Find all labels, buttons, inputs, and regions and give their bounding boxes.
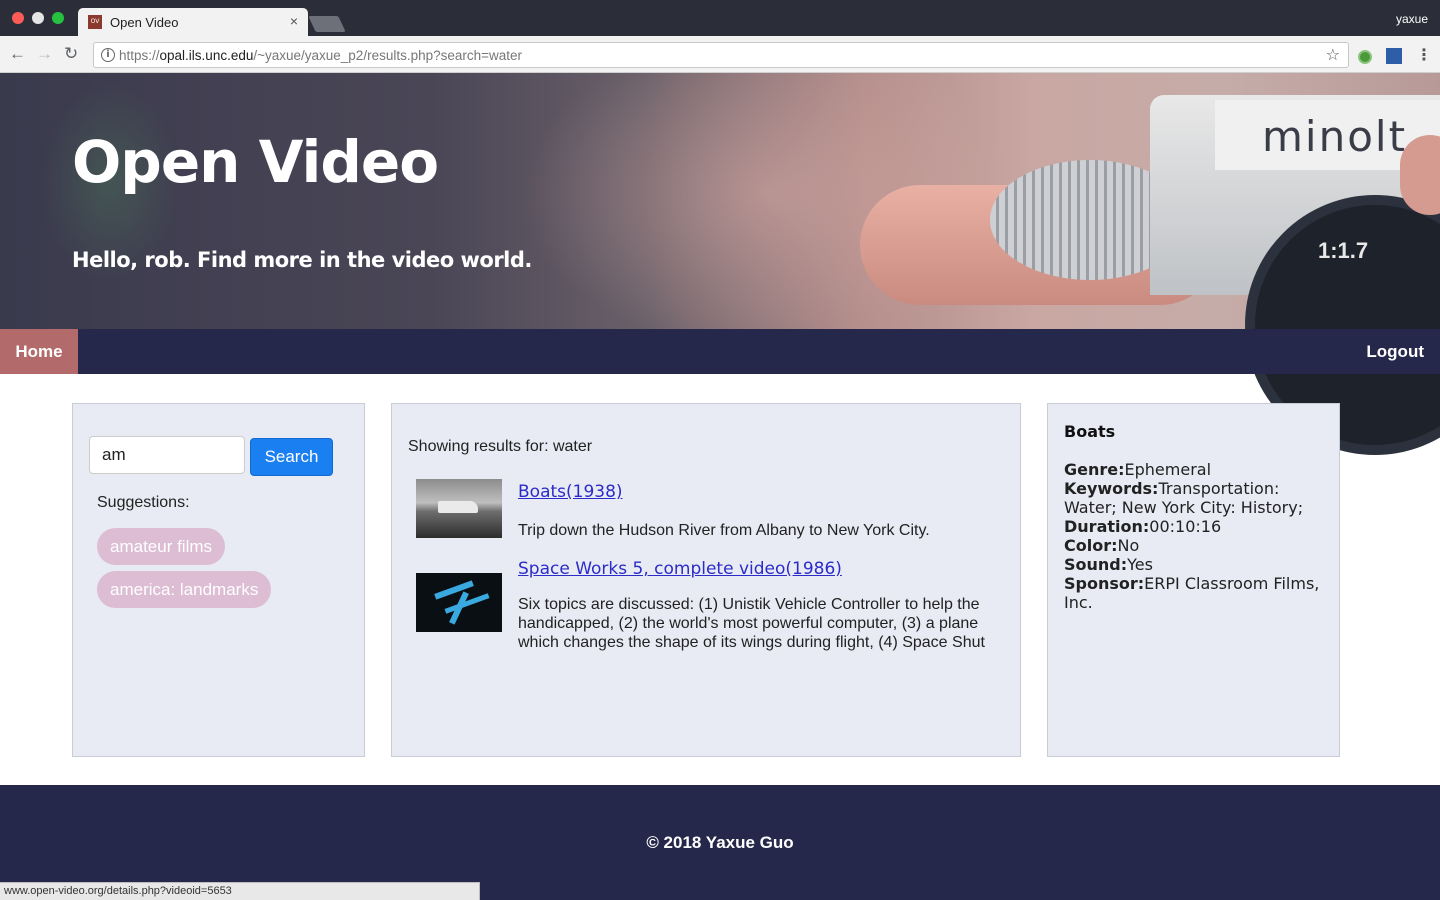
browser-tab-bar: OV Open Video × yaxue	[0, 0, 1440, 36]
results-panel: Showing results for: water Boats(1938) T…	[391, 403, 1021, 757]
suggestion-chip[interactable]: amateur films	[97, 528, 226, 565]
video-thumbnail[interactable]	[416, 573, 502, 632]
nav-home-link[interactable]: Home	[0, 329, 78, 374]
extension-icon[interactable]	[1358, 50, 1372, 64]
address-bar[interactable]: i https://opal.ils.unc.edu/~yaxue/yaxue_…	[93, 42, 1349, 68]
url-path: /~yaxue/yaxue_p2/results.php?search=wate…	[253, 48, 523, 63]
reload-icon[interactable]: ↻	[64, 44, 78, 64]
extension-icon[interactable]	[1386, 48, 1402, 64]
detail-value: Yes	[1127, 555, 1153, 574]
detail-label: Color:	[1064, 536, 1118, 555]
video-thumbnail[interactable]	[416, 479, 502, 538]
info-icon[interactable]: i	[101, 48, 115, 62]
boat-shape	[438, 501, 478, 513]
result-title-link[interactable]: Boats(1938)	[518, 482, 623, 502]
detail-label: Sponsor:	[1064, 574, 1145, 593]
welcome-message: Hello, rob. Find more in the video world…	[72, 248, 532, 272]
detail-value: 00:10:16	[1149, 517, 1222, 536]
results-heading: Showing results for: water	[408, 438, 593, 455]
lens-text: 1:1.7	[1318, 238, 1369, 263]
detail-label: Keywords:	[1064, 479, 1159, 498]
arrow-left-icon[interactable]: ←	[9, 44, 26, 64]
details-panel: Boats Genre:Ephemeral Keywords:Transport…	[1047, 403, 1340, 757]
result-description: Trip down the Hudson River from Albany t…	[518, 522, 930, 539]
search-panel: am Search Suggestions: amateur films ame…	[72, 403, 365, 757]
hero-finger-image	[1400, 135, 1440, 215]
window-maximize-button[interactable]	[52, 12, 64, 24]
detail-label: Duration:	[1064, 517, 1150, 536]
suggestions-label: Suggestions:	[97, 494, 190, 511]
copyright-text: © 2018 Yaxue Guo	[646, 833, 794, 852]
detail-title: Boats	[1064, 422, 1116, 441]
search-button[interactable]: Search	[250, 438, 333, 476]
camera-brand-text: minolt	[1262, 112, 1408, 161]
detail-label: Genre:	[1064, 460, 1125, 479]
result-description: Six topics are discussed: (1) Unistik Ve…	[518, 596, 985, 651]
thumbnail-shape	[434, 580, 474, 600]
main-nav: Home Logout	[0, 329, 1440, 374]
browser-toolbar: ← → ↻ i https://opal.ils.unc.edu/~yaxue/…	[0, 36, 1440, 73]
star-icon[interactable]: ☆	[1326, 45, 1340, 65]
tab-title: Open Video	[110, 15, 179, 30]
detail-value: Ephemeral	[1124, 460, 1212, 479]
detail-fields: Genre:Ephemeral Keywords:Transportation:…	[1064, 460, 1326, 612]
status-bar-url: www.open-video.org/details.php?videoid=5…	[0, 882, 480, 900]
detail-value: No	[1117, 536, 1140, 555]
profile-name[interactable]: yaxue	[1396, 12, 1428, 26]
detail-label: Sound:	[1064, 555, 1128, 574]
site-title: Open Video	[72, 128, 439, 196]
nav-logout-link[interactable]: Logout	[1366, 329, 1424, 374]
result-title-link[interactable]: Space Works 5, complete video(1986)	[518, 559, 842, 579]
arrow-right-icon[interactable]: →	[36, 44, 53, 64]
search-input[interactable]: am	[89, 436, 245, 474]
favicon-icon: OV	[88, 15, 102, 29]
new-tab-button[interactable]	[308, 16, 346, 32]
tab-close-icon[interactable]: ×	[290, 13, 298, 29]
url-prefix: https://	[119, 48, 160, 63]
url-text[interactable]: https://opal.ils.unc.edu/~yaxue/yaxue_p2…	[119, 48, 522, 63]
browser-tab[interactable]: OV Open Video ×	[78, 8, 308, 36]
suggestion-chip[interactable]: america: landmarks	[97, 571, 272, 608]
kebab-menu-icon[interactable]: ⋮	[1416, 45, 1432, 65]
window-minimize-button[interactable]	[32, 12, 44, 24]
url-host: opal.ils.unc.edu	[159, 48, 254, 63]
window-close-button[interactable]	[12, 12, 24, 24]
